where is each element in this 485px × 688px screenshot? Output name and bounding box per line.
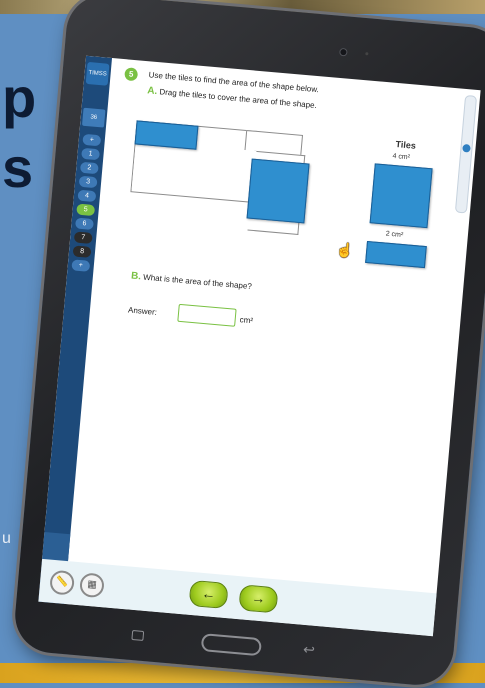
sidebar-item-1[interactable]: 1 xyxy=(81,147,101,161)
background-text-3: u xyxy=(2,530,11,547)
sidebar-scroll-down[interactable]: + xyxy=(71,259,91,272)
sidebar-scroll-up[interactable]: + xyxy=(82,133,102,147)
sidebar-item-4[interactable]: 4 xyxy=(77,189,97,203)
home-button[interactable] xyxy=(200,633,263,657)
tile-workspace: ☝ Tiles 4 cm² 2 cm² xyxy=(95,98,478,290)
question-content: 5 Use the tiles to find the area of the … xyxy=(64,58,480,636)
tablet-screen: TIMSS 36 + 1 2 3 4 5 6 7 8 + 5 Use the t… xyxy=(38,55,481,637)
camera-icon xyxy=(340,48,347,56)
part-b-letter: B. xyxy=(130,270,142,283)
sidebar-item-3[interactable]: 3 xyxy=(78,175,98,189)
tiles-title: Tiles xyxy=(395,139,417,151)
sidebar-item-5[interactable]: 5 xyxy=(76,203,96,217)
tile-large-label: 4 cm² xyxy=(392,152,411,162)
sidebar-item-2[interactable]: 2 xyxy=(79,161,99,175)
back-hardware-icon[interactable]: ↩ xyxy=(302,641,316,659)
hand-cursor-icon: ☝ xyxy=(335,241,355,259)
question-number-badge: 5 xyxy=(124,67,139,82)
answer-unit: cm² xyxy=(239,315,254,326)
background-text-2: s xyxy=(2,136,34,199)
part-a-letter: A. xyxy=(146,85,158,98)
sidebar-item-7[interactable]: 7 xyxy=(73,231,93,244)
part-b-instruction: B. What is the area of the shape? xyxy=(131,271,253,293)
recent-apps-icon[interactable] xyxy=(131,629,145,641)
timss-logo: TIMSS xyxy=(85,61,110,86)
tablet-device: TIMSS 36 + 1 2 3 4 5 6 7 8 + 5 Use the t… xyxy=(12,0,485,688)
sidebar-badge: 36 xyxy=(82,107,106,128)
answer-label: Answer: xyxy=(127,305,158,317)
tile-small-label: 2 cm² xyxy=(385,230,404,240)
sidebar-item-8[interactable]: 8 xyxy=(72,245,92,258)
calculator-icon[interactable]: ▦ xyxy=(78,572,105,599)
next-arrow-button[interactable]: → xyxy=(238,584,279,614)
dragging-tile-4cm[interactable] xyxy=(246,158,310,224)
tile-bank-2cm[interactable] xyxy=(365,240,427,269)
tile-bank-4cm[interactable] xyxy=(369,163,433,229)
part-b-text: What is the area of the shape? xyxy=(142,272,253,292)
back-arrow-button[interactable]: ← xyxy=(188,579,229,610)
ruler-icon[interactable]: 📏 xyxy=(49,569,76,596)
sensor-icon xyxy=(365,52,369,56)
answer-input[interactable] xyxy=(177,303,237,327)
background-text-1: p xyxy=(2,66,37,129)
sidebar-item-6[interactable]: 6 xyxy=(75,217,94,231)
